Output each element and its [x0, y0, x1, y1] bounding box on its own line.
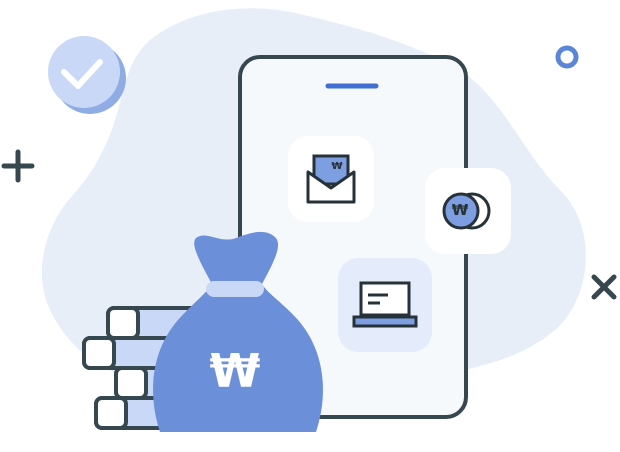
laptop-icon	[338, 258, 432, 352]
close-icon	[591, 274, 617, 300]
bag-currency-symbol: ₩	[209, 344, 261, 398]
ring-icon	[555, 45, 579, 69]
envelope-currency-symbol: ₩	[331, 161, 343, 172]
plus-icon	[1, 149, 35, 183]
check-circle-icon	[48, 36, 126, 114]
envelope-won-icon	[288, 136, 374, 222]
illustration: ₩ ₩ ₩	[0, 0, 620, 448]
coin-currency-symbol: ₩	[451, 201, 469, 219]
